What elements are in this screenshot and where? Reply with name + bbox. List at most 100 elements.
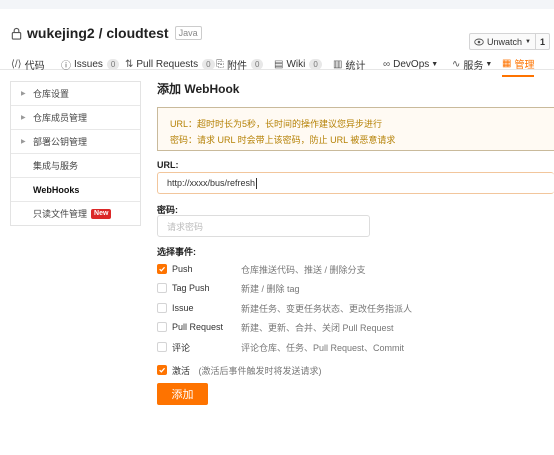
sidebar-item-deploy-keys[interactable]: ▶ 部署公钥管理 <box>11 130 140 154</box>
sidebar-item-label: 仓库成员管理 <box>33 113 88 123</box>
tab-issues[interactable]: ⓘ Issues 0 <box>61 52 120 76</box>
event-name: Push <box>172 264 193 274</box>
tab-count: 0 <box>251 58 264 70</box>
tab-label: DevOps <box>393 58 430 70</box>
tab-stats[interactable]: ▥ 统计 <box>333 52 365 76</box>
issues-icon: ⓘ <box>61 60 71 72</box>
event-pull-request[interactable]: Pull Request 新建、更新、合并、关闭 Pull Request <box>157 320 394 334</box>
tab-devops[interactable]: ∞ DevOps ▼ <box>383 52 438 76</box>
language-badge: Java <box>174 26 202 40</box>
pull-request-icon: ⇅ <box>125 58 134 70</box>
tab-wiki[interactable]: ▤ Wiki 0 <box>274 52 322 76</box>
tab-count: 0 <box>309 58 322 70</box>
sidebar-item-label: WebHooks <box>33 184 80 195</box>
tab-services[interactable]: ∿ 服务 ▼ <box>452 52 492 76</box>
notice-line: 密码：请求 URL 时会带上该密码，防止 URL 被恶意请求 <box>170 135 396 145</box>
tab-code[interactable]: ⟨/⟩ 代码 <box>11 52 45 76</box>
unwatch-label: Unwatch <box>487 36 523 47</box>
tab-label: 代码 <box>24 60 45 72</box>
sidebar-item-webhooks[interactable]: WebHooks <box>11 178 140 202</box>
chevron-right-icon: ▶ <box>21 115 26 121</box>
active-label-group: 激活 (激活后事件触发时将发送请求) <box>172 364 322 377</box>
active-toggle[interactable]: 激活 (激活后事件触发时将发送请求) <box>157 363 322 377</box>
chevron-right-icon: ▶ <box>21 139 26 145</box>
caret-down-icon: ▼ <box>485 60 493 68</box>
event-desc: 评论仓库、任务、Pull Request、Commit <box>241 342 405 353</box>
tab-label: Pull Requests <box>136 58 199 70</box>
checkbox-checked[interactable] <box>157 264 167 274</box>
tab-label: 管理 <box>514 60 535 71</box>
active-label: 激活 <box>172 365 191 376</box>
event-issue[interactable]: Issue 新建任务、变更任务状态、更改任务指派人 <box>157 301 412 315</box>
chevron-down-icon: ▼ <box>525 38 531 45</box>
watch-count[interactable]: 1 <box>536 37 549 47</box>
tab-manage[interactable]: ▦ 管理 <box>502 52 535 77</box>
event-desc: 新建 / 删除 tag <box>241 283 300 294</box>
devops-icon: ∞ <box>383 58 391 70</box>
password-input[interactable]: 请求密码 <box>157 215 370 237</box>
active-hint: (激活后事件触发时将发送请求) <box>198 365 322 376</box>
event-name: Issue <box>172 303 194 313</box>
tab-count: 0 <box>202 58 215 70</box>
caret-down-icon: ▼ <box>431 60 439 68</box>
repo-header: wukejing2 / cloudtest Java Unwatch ▼ 1 ⟨… <box>0 9 554 77</box>
sidebar-item-readonly-files[interactable]: 只读文件管理 New <box>11 202 140 225</box>
event-desc: 新建任务、变更任务状态、更改任务指派人 <box>241 303 413 314</box>
tab-label: Issues <box>74 58 103 70</box>
checkbox-unchecked[interactable] <box>157 342 167 352</box>
add-webhook-button[interactable]: 添加 <box>157 383 208 405</box>
check-icon <box>159 266 166 272</box>
eye-icon <box>474 38 484 45</box>
notice-line: URL：超时时长为5秒，长时间的操作建议您异步进行 <box>170 119 383 129</box>
tab-count: 0 <box>106 58 120 70</box>
tab-pull-requests[interactable]: ⇅ Pull Requests 0 <box>125 52 215 76</box>
event-name: 评论 <box>172 342 191 353</box>
sidebar-item-integrations[interactable]: 集成与服务 <box>11 154 140 178</box>
tab-label: 服务 <box>463 60 484 72</box>
sidebar-item-label: 仓库设置 <box>33 89 70 99</box>
url-label: URL: <box>157 160 179 170</box>
repo-title[interactable]: wukejing2 / cloudtest <box>27 25 169 41</box>
text-cursor <box>256 177 258 189</box>
sidebar-item-repo-settings[interactable]: ▶ 仓库设置 <box>11 82 140 106</box>
events-label: 选择事件: <box>157 247 196 257</box>
checkbox-unchecked[interactable] <box>157 283 167 293</box>
checkbox-checked[interactable] <box>157 365 167 375</box>
sidebar-item-label: 只读文件管理 <box>33 209 88 219</box>
top-strip <box>0 0 554 9</box>
event-tag-push[interactable]: Tag Push 新建 / 删除 tag <box>157 281 300 295</box>
event-push[interactable]: Push 仓库推送代码、推送 / 删除分支 <box>157 262 366 276</box>
new-badge: New <box>91 208 112 219</box>
url-input[interactable]: http://xxxx/bus/refresh <box>157 172 554 194</box>
tab-label: 附件 <box>227 60 247 72</box>
checkbox-unchecked[interactable] <box>157 303 167 313</box>
wiki-icon: ▤ <box>274 58 284 70</box>
event-desc: 新建、更新、合并、关闭 Pull Request <box>241 322 394 333</box>
page-title: 添加 WebHook <box>157 82 240 96</box>
service-icon: ∿ <box>452 58 461 70</box>
lock-icon <box>11 27 22 40</box>
stats-icon: ▥ <box>333 58 343 70</box>
sidebar-item-label: 部署公钥管理 <box>33 137 88 147</box>
manage-icon: ▦ <box>502 58 512 69</box>
chevron-right-icon: ▶ <box>21 91 26 97</box>
tab-label: 统计 <box>345 60 366 72</box>
repo-title-line: wukejing2 / cloudtest Java <box>10 25 202 41</box>
repo-tabs: ⟨/⟩ 代码 ⓘ Issues 0 ⇅ Pull Requests 0 ⎘ 附件… <box>0 52 554 78</box>
check-icon <box>159 367 166 373</box>
url-input-value: http://xxxx/bus/refresh <box>167 178 256 188</box>
unwatch-button[interactable]: Unwatch ▼ <box>470 34 536 49</box>
attachment-icon: ⎘ <box>216 58 224 70</box>
tab-attachments[interactable]: ⎘ 附件 0 <box>216 52 264 76</box>
notice-box: URL：超时时长为5秒，长时间的操作建议您异步进行 密码：请求 URL 时会带上… <box>157 107 554 151</box>
settings-sidebar: ▶ 仓库设置 ▶ 仓库成员管理 ▶ 部署公钥管理 集成与服务 WebHooks … <box>10 81 141 226</box>
event-comment[interactable]: 评论 评论仓库、任务、Pull Request、Commit <box>157 340 404 354</box>
sidebar-item-label: 集成与服务 <box>33 161 79 171</box>
password-placeholder: 请求密码 <box>167 221 204 232</box>
event-desc: 仓库推送代码、推送 / 删除分支 <box>241 264 366 275</box>
code-icon: ⟨/⟩ <box>11 58 22 70</box>
event-name: Pull Request <box>172 322 224 332</box>
checkbox-unchecked[interactable] <box>157 322 167 332</box>
sidebar-item-members[interactable]: ▶ 仓库成员管理 <box>11 106 140 130</box>
event-name: Tag Push <box>172 283 210 293</box>
